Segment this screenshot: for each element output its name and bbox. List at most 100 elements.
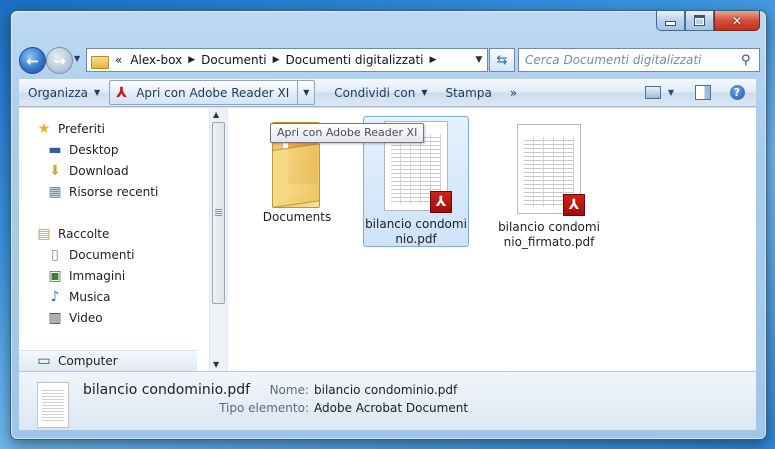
sidebar-scrollbar[interactable]: ▲ ▼ <box>209 108 226 371</box>
sidebar-item-pictures[interactable]: ▣ Immagini <box>47 266 125 286</box>
computer-icon: ▭ <box>37 353 51 369</box>
forward-button[interactable]: → <box>46 47 73 74</box>
search-box[interactable]: Cerca Documenti digitalizzati ⚲ <box>518 48 760 72</box>
share-menu[interactable]: Condividi con ▼ <box>325 81 436 104</box>
sidebar-item-music[interactable]: ♪ Musica <box>47 287 111 307</box>
details-name-label: Nome: <box>269 383 309 397</box>
details-name-value: bilancio condominio.pdf <box>314 383 458 397</box>
chevron-down-icon: ▼ <box>421 88 428 97</box>
file-name: bilancio condominio.pdf <box>365 217 467 246</box>
chevron-down-icon: ▼ <box>667 88 675 97</box>
navigation-pane: ★ Preferiti ▬ Desktop ⬇ Download ▦ Risor… <box>19 108 226 371</box>
breadcrumb-separator-icon[interactable]: ▶ <box>188 55 195 65</box>
sidebar-item-favorites[interactable]: ★ Preferiti <box>36 119 105 139</box>
pictures-icon: ▣ <box>48 268 62 284</box>
sidebar-item-videos[interactable]: ▥ Video <box>47 308 103 328</box>
pane-splitter[interactable] <box>226 108 228 371</box>
sidebar-label: Risorse recenti <box>69 185 159 199</box>
sidebar-item-documents[interactable]: ▯ Documenti <box>47 245 135 265</box>
breadcrumb-overflow[interactable]: « <box>115 53 122 67</box>
chevron-down-icon: ▼ <box>94 88 101 97</box>
print-label: Stampa <box>445 85 492 100</box>
back-arrow-icon: ← <box>26 51 39 70</box>
open-with-label: Apri con Adobe Reader XI <box>136 85 290 100</box>
open-with-dropdown[interactable]: ▼ <box>297 81 314 104</box>
address-row: ← → ▼ « Alex-box ▶ Documenti ▶ Documenti… <box>19 47 760 75</box>
organize-menu[interactable]: Organizza ▼ <box>19 81 109 104</box>
details-type-value: Adobe Acrobat Document <box>314 401 469 415</box>
details-pane: bilancio condominio.pdf Nome: bilancio c… <box>19 371 756 430</box>
print-button[interactable]: Stampa <box>436 81 500 104</box>
maximize-button[interactable] <box>685 11 714 31</box>
sidebar-label: Desktop <box>69 143 119 157</box>
file-name: Documents <box>262 210 332 224</box>
close-button[interactable]: ✕ <box>714 11 760 31</box>
breadcrumb-alex-box[interactable]: Alex-box <box>130 53 182 67</box>
grip-icon <box>215 209 222 216</box>
file-list: Documents ⅄ bilancio condominio.pdf ⅄ bi… <box>229 108 758 371</box>
sidebar-label: Immagini <box>69 269 126 283</box>
sidebar-label: Computer <box>58 354 118 368</box>
adobe-reader-icon: ⅄ <box>116 84 127 101</box>
refresh-icon: ⇆ <box>496 52 508 68</box>
download-icon: ⬇ <box>49 163 61 179</box>
scroll-up-icon[interactable]: ▲ <box>213 110 219 119</box>
change-view-button[interactable] <box>642 83 664 103</box>
back-button[interactable]: ← <box>19 47 46 74</box>
file-name: bilancio condominio_firmato.pdf <box>498 220 600 249</box>
sidebar-item-desktop[interactable]: ▬ Desktop <box>47 140 119 160</box>
content-area: ★ Preferiti ▬ Desktop ⬇ Download ▦ Risor… <box>19 107 756 371</box>
caption-buttons: ✕ <box>656 11 760 31</box>
search-input[interactable]: Cerca Documenti digitalizzati <box>519 53 741 67</box>
sidebar-item-download[interactable]: ⬇ Download <box>47 161 129 181</box>
sidebar-label: Raccolte <box>58 227 110 241</box>
help-button[interactable]: ? <box>726 83 748 103</box>
recent-places-icon: ▦ <box>48 184 62 200</box>
preview-pane-button[interactable] <box>692 83 714 103</box>
sidebar-item-recent[interactable]: ▦ Risorse recenti <box>47 182 158 202</box>
sidebar-label: Download <box>69 164 129 178</box>
adobe-pdf-icon: ⅄ <box>430 191 452 213</box>
recent-pages-dropdown[interactable]: ▼ <box>74 54 80 63</box>
sidebar-item-libraries[interactable]: ▤ Raccolte <box>36 224 109 244</box>
help-icon: ? <box>729 85 745 100</box>
file-item-bilancio-condominio-firmato[interactable]: ⅄ bilancio condominio_firmato.pdf <box>497 120 601 250</box>
more-commands-button[interactable]: » <box>501 81 526 104</box>
open-with-button[interactable]: ⅄ Apri con Adobe Reader XI ▼ <box>109 80 316 105</box>
tooltip: Apri con Adobe Reader XI <box>270 123 425 143</box>
documents-icon: ▯ <box>51 247 59 263</box>
folder-icon <box>91 54 109 69</box>
star-icon: ★ <box>37 121 51 137</box>
breadcrumb-documenti-digitalizzati[interactable]: Documenti digitalizzati <box>286 53 424 67</box>
close-icon: ✕ <box>731 13 743 28</box>
minimize-icon <box>665 21 676 26</box>
view-options-dropdown[interactable]: ▼ <box>664 83 678 103</box>
sidebar-label: Documenti <box>69 248 135 262</box>
video-icon: ▥ <box>48 310 62 326</box>
view-controls: ▼ ? <box>642 83 756 103</box>
breadcrumb-documenti[interactable]: Documenti <box>201 53 267 67</box>
address-bar[interactable]: « Alex-box ▶ Documenti ▶ Documenti digit… <box>86 48 488 72</box>
breadcrumb-separator-icon[interactable]: ▶ <box>273 55 280 65</box>
address-dropdown-icon[interactable]: ▼ <box>471 55 487 65</box>
sidebar-item-computer[interactable]: ▭ Computer <box>19 350 197 371</box>
views-icon <box>645 86 661 99</box>
search-icon[interactable]: ⚲ <box>741 53 759 68</box>
minimize-button[interactable] <box>656 11 685 31</box>
details-thumbnail <box>37 382 69 428</box>
sidebar-label: Video <box>69 311 103 325</box>
libraries-icon: ▤ <box>37 226 51 242</box>
preview-pane-icon <box>695 85 711 100</box>
refresh-button[interactable]: ⇆ <box>489 48 515 72</box>
desktop-icon: ▬ <box>48 142 62 158</box>
breadcrumb-separator-icon[interactable]: ▶ <box>429 55 436 65</box>
scroll-thumb[interactable] <box>212 122 225 304</box>
pdf-thumbnail: ⅄ <box>517 124 585 216</box>
share-label: Condividi con <box>334 85 416 100</box>
details-type-label: Tipo elemento: <box>219 401 309 415</box>
sidebar-label: Musica <box>69 290 111 304</box>
scroll-down-icon[interactable]: ▼ <box>213 360 219 369</box>
command-bar: Organizza ▼ ⅄ Apri con Adobe Reader XI ▼ … <box>19 79 756 107</box>
music-icon: ♪ <box>50 289 60 305</box>
forward-arrow-icon: → <box>53 51 66 70</box>
